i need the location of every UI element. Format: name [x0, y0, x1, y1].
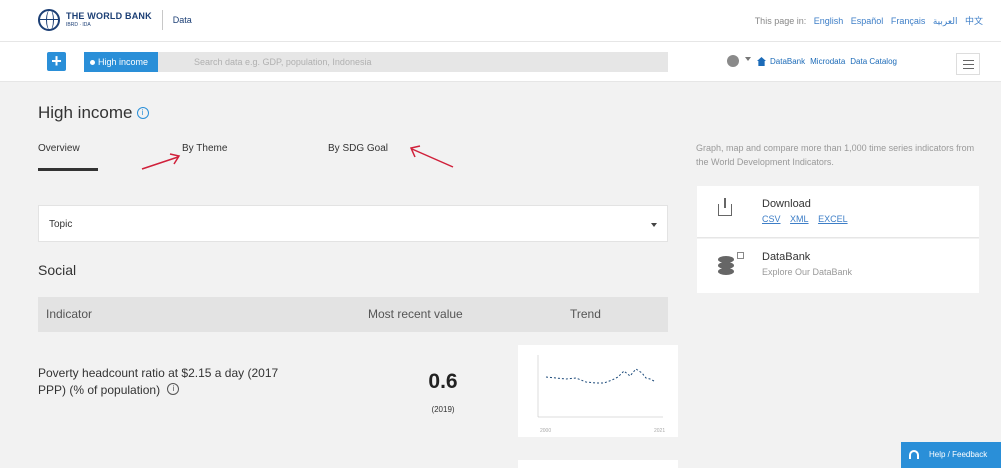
data-link[interactable]: Data — [173, 15, 192, 25]
world-bank-logo[interactable]: THE WORLD BANK IBRD · IDA Data — [38, 9, 192, 31]
databank-card[interactable]: DataBank Explore Our DataBank — [697, 239, 979, 293]
download-xml-link[interactable]: XML — [790, 214, 809, 224]
chevron-down-icon — [651, 223, 657, 227]
headphones-icon — [909, 450, 919, 459]
page-title: High income i — [38, 103, 149, 123]
microdata-link[interactable]: Microdata — [810, 57, 845, 66]
download-title: Download — [762, 198, 811, 210]
topic-label: Topic — [49, 219, 73, 230]
trend-sparkline[interactable]: 2000 2021 — [518, 345, 678, 437]
info-icon[interactable]: i — [167, 383, 180, 395]
indicator-name[interactable]: Poverty headcount ratio at $2.15 a day (… — [38, 365, 298, 399]
search-bar: + High income DataBank Microdata Data Ca… — [0, 42, 1001, 82]
table-header: Indicator Most recent value Trend — [38, 297, 668, 332]
home-icon[interactable] — [757, 57, 766, 66]
topic-select[interactable]: Topic — [38, 205, 668, 242]
tab-overview[interactable]: Overview — [38, 143, 80, 154]
download-csv-link[interactable]: CSV — [762, 214, 781, 224]
search-input[interactable] — [194, 52, 614, 72]
hamburger-icon — [963, 60, 974, 61]
language-switcher: This page in: English Español Français ا… — [755, 14, 983, 27]
globe-icon — [38, 9, 60, 31]
lang-english[interactable]: English — [814, 16, 844, 26]
section-title: Social — [38, 262, 77, 278]
menu-button[interactable] — [956, 53, 980, 75]
column-trend: Trend — [570, 307, 601, 321]
databank-subtitle: Explore Our DataBank — [762, 267, 853, 277]
search-box[interactable]: High income — [84, 52, 751, 72]
sidebar-description: Graph, map and compare more than 1,000 t… — [696, 143, 975, 167]
lang-chinese[interactable]: 中文 — [965, 16, 983, 26]
databank-title: DataBank — [762, 251, 811, 263]
download-card: Download CSV XML EXCEL — [697, 186, 979, 238]
help-feedback-button[interactable]: Help / Feedback — [901, 442, 1001, 468]
data-catalog-link[interactable]: Data Catalog — [850, 57, 897, 66]
lang-francais[interactable]: Français — [891, 16, 926, 26]
logo-name: THE WORLD BANK — [66, 11, 152, 21]
column-most-recent-value: Most recent value — [368, 307, 463, 321]
arrow-to-by-theme — [141, 156, 179, 170]
chip-label: High income — [98, 57, 149, 67]
trend-end-label: 2021 — [654, 428, 665, 434]
lang-espanol[interactable]: Español — [851, 16, 884, 26]
annotation-arrows — [141, 145, 454, 170]
info-icon[interactable]: i — [136, 107, 149, 119]
databank-link[interactable]: DataBank — [770, 57, 805, 66]
trend-start-label: 2000 — [540, 428, 551, 434]
external-link-icon — [737, 252, 744, 259]
high-income-chip[interactable]: High income — [84, 52, 159, 72]
top-links: DataBank Microdata Data Catalog — [757, 57, 902, 66]
lang-prefix: This page in: — [754, 16, 807, 26]
most-recent-year: (2019) — [431, 405, 455, 414]
download-excel-link[interactable]: EXCEL — [818, 214, 848, 224]
chevron-down-icon[interactable] — [745, 57, 751, 61]
add-button[interactable]: + — [47, 52, 66, 71]
lang-arabic[interactable]: العربية — [933, 16, 958, 26]
column-indicator: Indicator — [46, 307, 93, 321]
logo-sub: IBRD · IDA — [66, 22, 91, 28]
divider — [161, 10, 163, 30]
arrow-to-by-sdg-goal — [411, 148, 454, 168]
database-icon — [718, 256, 734, 276]
location-pin-icon — [90, 60, 95, 66]
top-header: THE WORLD BANK IBRD · IDA Data This page… — [0, 0, 1001, 42]
clear-icon[interactable] — [727, 55, 739, 67]
most-recent-value: 0.6 — [428, 370, 458, 393]
next-row-edge — [518, 460, 678, 468]
active-tab-indicator — [38, 168, 98, 171]
